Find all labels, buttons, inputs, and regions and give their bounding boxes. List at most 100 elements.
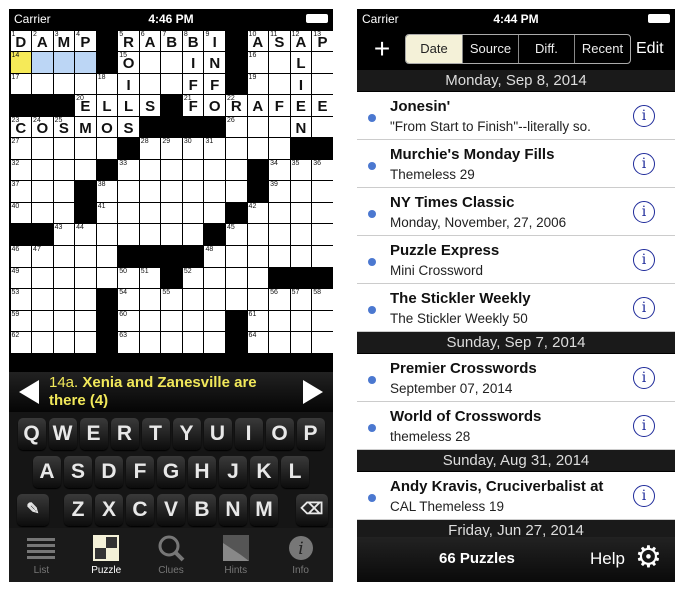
info-button-icon[interactable]: i [633,153,655,175]
grid-cell[interactable]: 47 [32,246,53,267]
grid-cell[interactable] [139,289,161,310]
tab-info[interactable]: i Info [268,528,333,582]
grid-cell[interactable]: N [290,116,312,138]
grid-cell[interactable]: 4P [75,30,96,52]
grid-cell[interactable] [32,181,53,202]
grid-cell[interactable] [32,159,53,181]
grid-cell[interactable]: 5R [118,30,139,52]
grid-cell[interactable] [139,310,161,332]
tab-hints[interactable]: Hints [203,528,268,582]
grid-cell[interactable] [312,73,333,95]
grid-cell[interactable]: 56 [269,289,290,310]
list-item[interactable]: Puzzle Express Mini Crossword i [357,236,675,284]
grid-cell[interactable]: 40 [10,202,32,224]
grid-cell[interactable] [53,246,75,267]
grid-cell[interactable]: 52 [182,267,204,289]
grid-cell[interactable] [247,116,269,138]
grid-cell[interactable]: 38 [96,181,118,202]
grid-cell[interactable]: 57 [290,289,312,310]
grid-cell[interactable] [118,224,139,246]
grid-cell[interactable] [226,138,247,159]
grid-cell[interactable] [182,310,204,332]
grid-cell[interactable] [204,159,226,181]
grid-cell[interactable]: 2A [32,30,53,52]
grid-cell[interactable] [96,224,118,246]
info-button-icon[interactable]: i [633,249,655,271]
info-button-icon[interactable]: i [633,485,655,507]
grid-cell[interactable] [75,332,96,353]
grid-cell[interactable] [53,267,75,289]
add-puzzle-button[interactable]: + [363,33,401,65]
grid-cell[interactable] [290,202,312,224]
grid-cell[interactable]: O [96,116,118,138]
grid-cell[interactable]: 31 [204,138,226,159]
key-r[interactable]: R [110,418,139,450]
grid-cell[interactable]: 51 [139,267,161,289]
grid-cell[interactable]: 50 [118,267,139,289]
grid-cell[interactable]: 30 [182,138,204,159]
grid-cell[interactable] [247,267,269,289]
grid-cell[interactable] [96,267,118,289]
grid-cell[interactable] [75,73,96,95]
grid-cell[interactable]: 21 F [182,95,204,116]
grid-cell[interactable] [182,202,204,224]
grid-cell[interactable] [32,267,53,289]
grid-cell[interactable] [312,310,333,332]
grid-cell[interactable] [32,52,53,73]
grid-cell[interactable] [75,267,96,289]
grid-cell[interactable]: I [118,73,139,95]
list-item[interactable]: Jonesin' "From Start to Finish"--literall… [357,92,675,140]
grid-cell[interactable] [269,138,290,159]
grid-cell[interactable]: 61 [247,310,269,332]
key-m[interactable]: M [250,494,278,526]
list-item[interactable]: Murchie's Monday Fills Themeless 29 i [357,140,675,188]
grid-cell[interactable] [32,332,53,353]
key-j[interactable]: J [219,456,247,488]
list-item[interactable]: NY Times Classic Monday, November, 27, 20… [357,188,675,236]
grid-cell[interactable] [53,52,75,73]
list-item[interactable]: The Stickler Weekly The Stickler Weekly 5… [357,284,675,332]
grid-cell[interactable]: E [312,95,333,116]
grid-cell[interactable]: 39 [269,181,290,202]
grid-cell[interactable]: 27 [10,138,32,159]
grid-cell[interactable] [75,159,96,181]
grid-cell[interactable] [269,52,290,73]
key-d[interactable]: D [95,456,123,488]
segment-date[interactable]: Date [406,35,462,63]
key-v[interactable]: V [157,494,185,526]
grid-cell[interactable]: 59 [10,310,32,332]
grid-cell[interactable] [204,181,226,202]
grid-cell[interactable]: 45 [226,224,247,246]
key-i[interactable]: I [234,418,263,450]
grid-cell[interactable] [32,310,53,332]
grid-cell[interactable]: 53 [10,289,32,310]
grid-cell[interactable] [269,332,290,353]
key-c[interactable]: C [126,494,154,526]
key-n[interactable]: N [219,494,247,526]
grid-cell[interactable] [139,224,161,246]
list-item[interactable]: World of Crosswords themeless 28 i [357,402,675,450]
key-z[interactable]: Z [64,494,92,526]
grid-cell[interactable] [312,181,333,202]
tab-puzzle[interactable]: Puzzle [74,528,139,582]
grid-cell[interactable]: 23 C [10,116,32,138]
segment-recent[interactable]: Recent [574,35,630,63]
grid-cell[interactable] [53,202,75,224]
grid-cell[interactable]: 62 [10,332,32,353]
key-h[interactable]: H [188,456,216,488]
grid-cell[interactable] [182,224,204,246]
key-s[interactable]: S [64,456,92,488]
grid-cell[interactable]: 3M [53,30,75,52]
segment-source[interactable]: Source [462,35,518,63]
grid-cell[interactable] [204,310,226,332]
grid-cell[interactable]: I [182,52,204,73]
key-t[interactable]: T [141,418,170,450]
grid-cell[interactable]: 24 O [32,116,53,138]
grid-cell[interactable] [32,202,53,224]
grid-cell[interactable]: 37 [10,181,32,202]
next-clue-arrow-icon[interactable] [303,380,323,404]
grid-cell[interactable] [161,332,182,353]
grid-cell[interactable] [53,159,75,181]
key-a[interactable]: A [33,456,61,488]
grid-cell[interactable] [118,181,139,202]
